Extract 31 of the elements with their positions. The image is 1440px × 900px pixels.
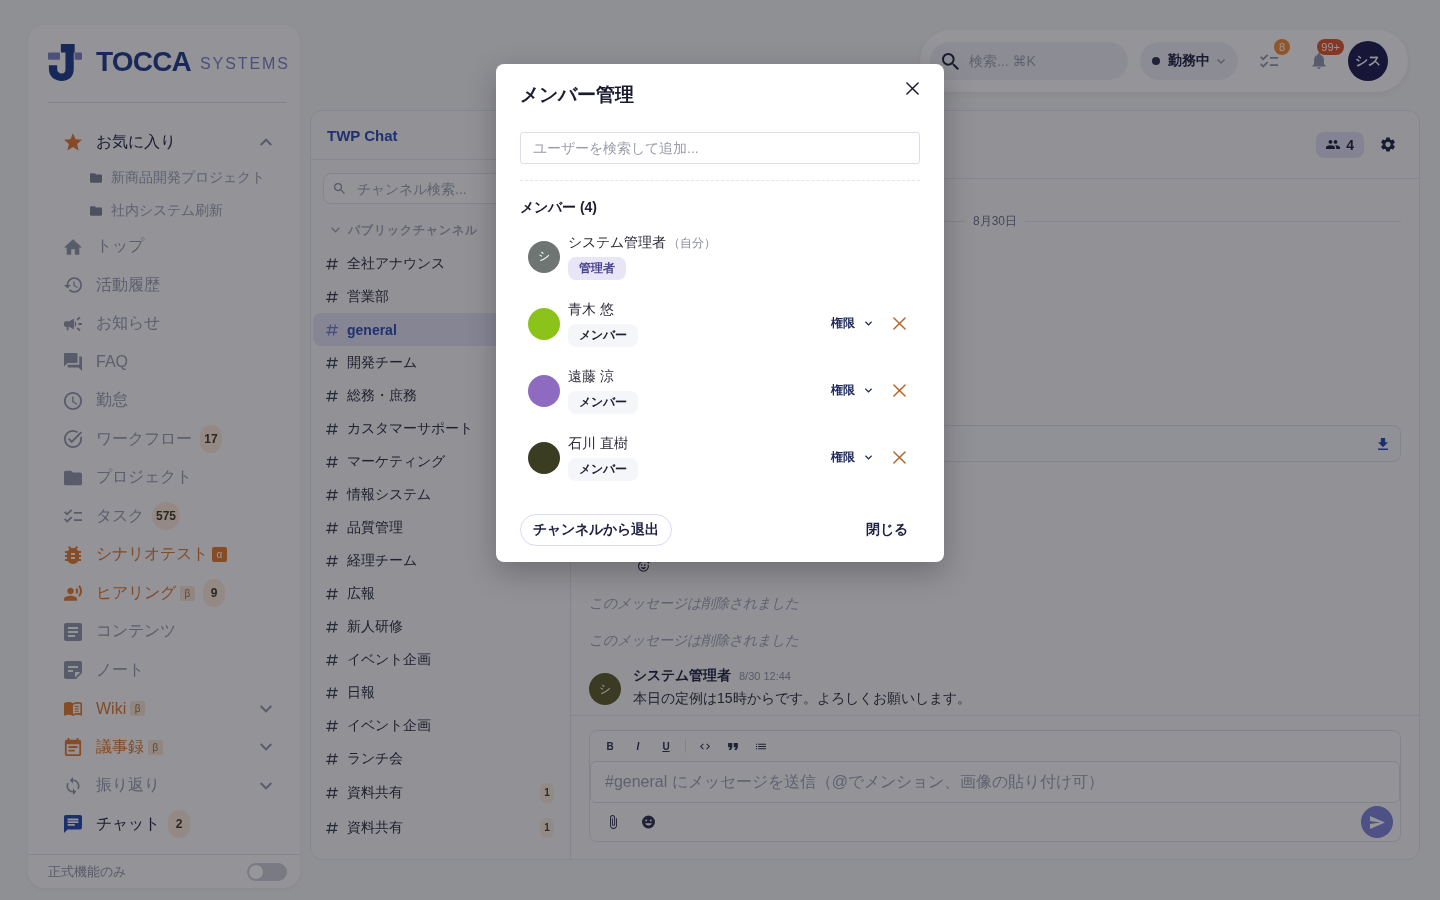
- message-text: 本日の定例は15時からです。よろしくお願いします。: [633, 690, 971, 708]
- date-divider: 8月30日: [972, 212, 1018, 230]
- message-time: 8/30 12:44: [739, 670, 791, 682]
- logo-subtitle: SYSTEMS: [200, 55, 290, 73]
- member-name: 遠藤 涼: [568, 367, 614, 386]
- feature-tag: β: [180, 585, 195, 601]
- count-badge: 99+: [1317, 39, 1344, 55]
- dialog-title: メンバー管理: [520, 83, 634, 107]
- count-badge: 575: [152, 502, 181, 531]
- count-badge: 9: [203, 579, 225, 608]
- member-name: 石川 直樹: [568, 434, 628, 453]
- count-badge: 2: [168, 810, 190, 839]
- message-author: システム管理者: [633, 667, 731, 685]
- self-note: （自分）: [668, 234, 716, 252]
- avatar: シ: [528, 240, 560, 273]
- member-name: システム管理者: [568, 233, 666, 252]
- role-badge: 管理者: [568, 256, 626, 280]
- panel-title: TWP Chat: [327, 126, 398, 144]
- logo-wordmark: TOCCA: [96, 46, 192, 78]
- role-badge: メンバー: [568, 323, 638, 347]
- member-name: 青木 悠: [568, 300, 614, 319]
- feature-tag: β: [148, 739, 163, 755]
- feature-tag: β: [130, 701, 146, 717]
- unread-badge: 1: [540, 817, 554, 838]
- count-badge: 17: [200, 425, 222, 454]
- role-badge: メンバー: [568, 457, 638, 481]
- role-badge: メンバー: [568, 390, 638, 414]
- count-badge: 8: [1274, 39, 1290, 55]
- avatar: シ: [589, 673, 621, 705]
- unread-badge: 1: [540, 782, 554, 803]
- feature-tag: α: [212, 547, 227, 563]
